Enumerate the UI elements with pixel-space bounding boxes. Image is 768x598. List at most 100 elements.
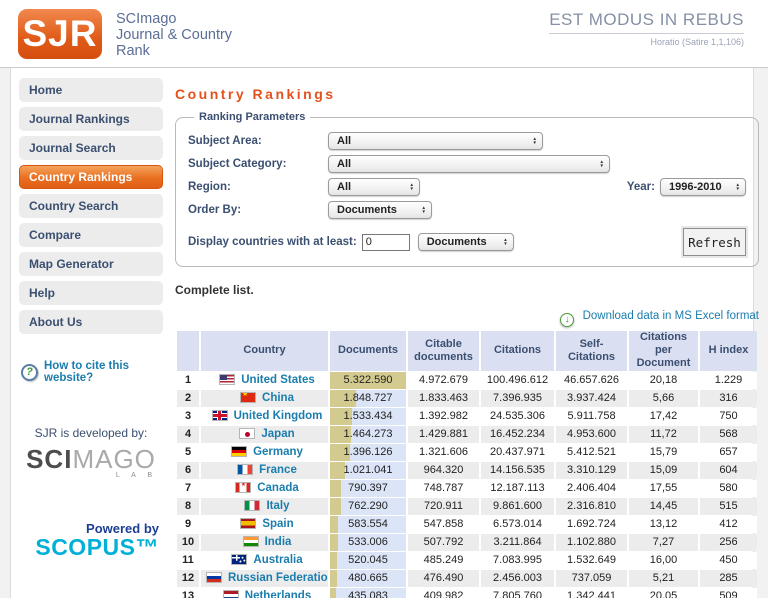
self-citations-cell: 3.310.129: [556, 461, 627, 479]
country-link[interactable]: Japan: [261, 428, 294, 440]
complete-list-label: Complete list.: [175, 283, 254, 297]
documents-value: 762.290: [348, 500, 388, 513]
country-cell: India: [201, 533, 328, 551]
refresh-button[interactable]: Refresh: [683, 228, 746, 256]
flag-united-states-icon: [219, 374, 236, 386]
country-link[interactable]: Germany: [253, 446, 303, 458]
country-link[interactable]: Netherlands: [245, 590, 311, 598]
documents-value: 480.665: [348, 572, 388, 585]
sidebar-item-compare[interactable]: Compare: [19, 223, 163, 247]
motto-block: EST MODUS IN REBUS Horatio (Satire 1,1,1…: [549, 10, 744, 47]
flag-japan-icon: [239, 428, 256, 440]
self-citations-cell: 46.657.626: [556, 371, 627, 389]
select-arrows-icon: [600, 160, 604, 167]
documents-bar: [330, 587, 337, 598]
sjr-logo[interactable]: SJR: [18, 9, 102, 59]
select-arrows-icon: [422, 206, 426, 213]
country-link[interactable]: Russian Federation: [228, 572, 328, 584]
flag-russian-federation-icon: [206, 572, 222, 584]
citations-per-document-cell: 14,45: [629, 497, 698, 515]
documents-bar-wrap: 583.554: [330, 515, 406, 533]
documents-cell: 1.021.041: [330, 461, 406, 479]
country-link[interactable]: China: [262, 392, 294, 404]
flag-australia-icon: [231, 554, 248, 566]
sidebar-item-about-us[interactable]: About Us: [19, 310, 163, 334]
table-row: 7 Canada 790.397 748.78712.187.1132.406.404…: [177, 479, 757, 497]
scopus-logo[interactable]: Powered by SCOPUS™: [19, 521, 163, 559]
country-link[interactable]: United Kingdom: [234, 410, 323, 422]
country-link[interactable]: Australia: [253, 554, 302, 566]
country-link[interactable]: India: [265, 536, 292, 548]
sidebar-item-home[interactable]: Home: [19, 78, 163, 102]
flag-italy-icon: [244, 500, 261, 512]
citations-cell: 6.573.014: [481, 515, 554, 533]
h-index-cell: 1.229: [700, 371, 757, 389]
table-row: 10 India 533.006 507.792 3.211.864 1.102.880 7…: [177, 533, 757, 551]
country-cell: France: [201, 461, 328, 479]
country-link[interactable]: France: [259, 464, 297, 476]
documents-bar-wrap: 520.045: [330, 551, 406, 569]
rank-cell: 3: [177, 407, 199, 425]
country-rankings-table: Country Documents Citable documents Cita…: [175, 330, 759, 598]
citations-cell: 7.396.935: [481, 389, 554, 407]
scimago-lab-logo[interactable]: SCIMAGO: [19, 446, 163, 472]
scimago-logo-sci: SCI: [26, 444, 73, 474]
sidebar-item-help[interactable]: Help: [19, 281, 163, 305]
country-link[interactable]: Spain: [262, 518, 293, 530]
h-index-cell: 515: [700, 497, 757, 515]
order-by-select[interactable]: Documents: [328, 201, 432, 219]
self-citations-cell: 5.911.758: [556, 407, 627, 425]
subject-area-select[interactable]: All: [328, 132, 543, 150]
sidebar-item-country-search[interactable]: Country Search: [19, 194, 163, 218]
documents-cell: 480.665: [330, 569, 406, 587]
documents-bar-wrap: 533.006: [330, 533, 406, 551]
sidebar-item-country-rankings[interactable]: Country Rankings: [19, 165, 163, 189]
citations-cell: 14.156.535: [481, 461, 554, 479]
h-index-cell: 568: [700, 425, 757, 443]
table-row: 11 Australia 520.045 485.249 7.083.995 1.532.…: [177, 551, 757, 569]
country-link[interactable]: Canada: [257, 482, 299, 494]
region-select[interactable]: All: [328, 178, 420, 196]
citable-documents-cell: 1.429.881: [408, 425, 479, 443]
select-arrows-icon: [410, 183, 414, 190]
select-arrows-icon: [736, 183, 740, 190]
documents-bar: [330, 461, 345, 479]
citable-documents-cell: 547.858: [408, 515, 479, 533]
cite-link[interactable]: How to cite this website?: [44, 360, 163, 384]
citations-per-document-cell: 20,05: [629, 587, 698, 598]
download-row: Download data in MS Excel format: [175, 306, 759, 327]
documents-cell: 1.533.434: [330, 407, 406, 425]
subject-category-row: Subject Category: All: [188, 155, 746, 173]
table-row: 12 Russian Federation 480.665 476.490 2.456.…: [177, 569, 757, 587]
subject-category-select[interactable]: All: [328, 155, 610, 173]
sidebar-item-journal-rankings[interactable]: Journal Rankings: [19, 107, 163, 131]
subject-area-value: All: [337, 135, 352, 147]
documents-cell: 1.464.273: [330, 425, 406, 443]
display-unit-select[interactable]: Documents: [417, 233, 514, 251]
country-cell: Canada: [201, 479, 328, 497]
documents-bar: [330, 497, 341, 515]
download-excel-link[interactable]: Download data in MS Excel format: [583, 310, 759, 322]
h-index-cell: 450: [700, 551, 757, 569]
citations-cell: 100.496.612: [481, 371, 554, 389]
year-select[interactable]: 1996-2010: [660, 178, 746, 196]
rank-cell: 2: [177, 389, 199, 407]
motto-attribution: Horatio (Satire 1,1,106): [650, 37, 744, 47]
country-link[interactable]: United States: [241, 374, 315, 386]
min-count-input[interactable]: [361, 233, 410, 251]
country-link[interactable]: Italy: [266, 500, 289, 512]
rank-cell: 11: [177, 551, 199, 569]
citations-cell: 7.083.995: [481, 551, 554, 569]
h-index-cell: 509: [700, 587, 757, 598]
sidebar-item-map-generator[interactable]: Map Generator: [19, 252, 163, 276]
sidebar-item-journal-search[interactable]: Journal Search: [19, 136, 163, 160]
download-icon[interactable]: [560, 313, 575, 327]
developed-by-label: SJR is developed by:: [34, 426, 148, 440]
flag-india-icon: [242, 536, 259, 548]
self-citations-cell: 3.937.424: [556, 389, 627, 407]
documents-value: 790.397: [348, 482, 388, 495]
documents-cell: 1.396.126: [330, 443, 406, 461]
table-row: 6 France 1.021.041 964.320 14.156.535 3.310.1…: [177, 461, 757, 479]
self-citations-cell: 1.102.880: [556, 533, 627, 551]
flag-france-icon: [237, 464, 254, 476]
